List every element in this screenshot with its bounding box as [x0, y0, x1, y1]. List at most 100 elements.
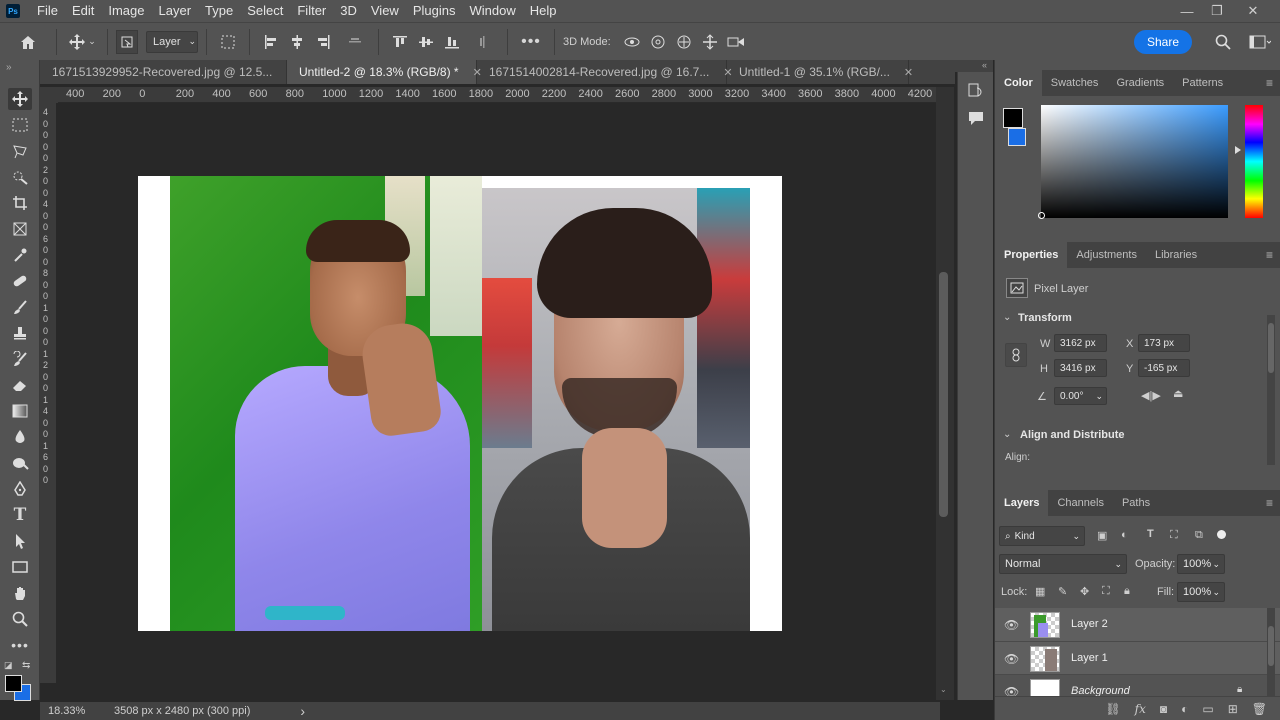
tab-libraries[interactable]: Libraries — [1146, 242, 1206, 268]
minimize-button[interactable]: — — [1172, 0, 1202, 22]
gradient-tool-icon[interactable] — [8, 400, 32, 422]
edit-toolbar-icon[interactable]: ••• — [8, 634, 32, 656]
layer-filter-dropdown[interactable]: ⌕ Kind ⌄ — [999, 526, 1085, 546]
auto-select-dropdown[interactable]: Layer ⌄ — [146, 30, 198, 53]
move-tool-preset-icon[interactable]: ⌄ — [65, 30, 99, 54]
layer-row[interactable]: 👁︎ Layer 1 — [995, 642, 1280, 675]
3d-roll-icon[interactable] — [645, 30, 671, 54]
menu-edit[interactable]: Edit — [65, 0, 101, 22]
chevron-down-icon[interactable]: ⌄ — [1003, 429, 1011, 440]
rectangle-tool-icon[interactable] — [8, 556, 32, 578]
close-tab-icon[interactable]: ✕ — [904, 66, 913, 79]
color-foreground-swatch[interactable] — [1003, 108, 1023, 128]
menu-3d[interactable]: 3D — [333, 0, 364, 22]
new-layer-icon[interactable]: ⊞ — [1228, 702, 1238, 716]
zoom-tool-icon[interactable] — [8, 608, 32, 630]
visibility-eye-icon[interactable]: 👁︎ — [1004, 652, 1019, 666]
frame-tool-icon[interactable] — [8, 218, 32, 240]
color-background-swatch[interactable] — [1008, 128, 1026, 146]
filter-toggle-icon[interactable] — [1217, 530, 1226, 539]
adjustment-layer-icon[interactable]: ◐ — [1181, 702, 1188, 716]
document-canvas[interactable] — [138, 176, 782, 631]
vertical-scrollbar[interactable]: ⌄ — [936, 87, 954, 700]
hue-slider[interactable] — [1245, 105, 1263, 218]
align-bottom-icon[interactable] — [439, 30, 465, 54]
filter-pixel-icon[interactable]: ▣ — [1097, 529, 1107, 542]
flip-horizontal-icon[interactable]: ◀|▶ — [1141, 389, 1161, 402]
type-tool-icon[interactable]: T — [8, 504, 32, 526]
tab-document-3[interactable]: 1671514002814-Recovered.jpg @ 16.7... ✕ — [477, 60, 733, 84]
3d-slide-icon[interactable] — [697, 30, 723, 54]
filter-smart-object-icon[interactable]: ⧉ — [1195, 529, 1203, 542]
layer-style-icon[interactable]: fx — [1135, 702, 1146, 716]
menu-view[interactable]: View — [364, 0, 406, 22]
more-options-icon[interactable]: ••• — [516, 30, 546, 54]
visibility-eye-icon[interactable]: 👁︎ — [1004, 685, 1019, 696]
healing-brush-tool-icon[interactable] — [8, 270, 32, 292]
tab-channels[interactable]: Channels — [1048, 490, 1112, 516]
horizontal-ruler[interactable]: 400 200 0 200 400 600 800 1000 1200 1400 1600 1800 2… — [58, 87, 936, 103]
layers-scrollbar[interactable] — [1267, 608, 1275, 696]
layer-name[interactable]: Layer 2 — [1071, 618, 1108, 630]
crop-tool-icon[interactable] — [8, 192, 32, 214]
add-mask-icon[interactable]: ◙ — [1160, 702, 1167, 716]
auto-select-icon[interactable] — [116, 29, 138, 54]
3d-scale-icon[interactable] — [723, 30, 749, 54]
path-selection-tool-icon[interactable] — [8, 530, 32, 552]
transform-controls-icon[interactable] — [215, 30, 241, 54]
lock-position-icon[interactable]: ✥ — [1080, 585, 1089, 598]
comments-panel-icon[interactable] — [967, 110, 985, 129]
tab-properties[interactable]: Properties — [995, 242, 1068, 268]
share-button[interactable]: Share — [1133, 29, 1192, 54]
delete-layer-icon[interactable]: 🗑︎ — [1252, 702, 1267, 716]
visibility-eye-icon[interactable]: 👁︎ — [1004, 618, 1019, 632]
layer-row[interactable]: 👁︎ Layer 2 — [995, 608, 1280, 642]
tab-patterns[interactable]: Patterns — [1173, 70, 1232, 96]
lock-all-icon[interactable]: 🔒︎ — [1124, 585, 1130, 598]
restore-button[interactable]: ❐ — [1202, 0, 1232, 22]
lock-transparent-icon[interactable]: ▦ — [1035, 585, 1045, 598]
zoom-level[interactable]: 18.33% — [48, 705, 114, 717]
history-brush-tool-icon[interactable] — [8, 348, 32, 370]
opacity-input[interactable]: 100% ⌄ — [1177, 554, 1225, 574]
menu-image[interactable]: Image — [101, 0, 151, 22]
move-tool-icon[interactable] — [8, 88, 32, 110]
foreground-color-swatch[interactable] — [5, 675, 22, 692]
new-group-icon[interactable]: ▭ — [1202, 702, 1213, 716]
tab-paths[interactable]: Paths — [1113, 490, 1159, 516]
3d-pan-icon[interactable] — [671, 30, 697, 54]
y-input[interactable]: -165 px — [1138, 359, 1190, 377]
default-colors-icon[interactable]: ◪ — [4, 660, 13, 671]
properties-scrollbar[interactable] — [1267, 315, 1275, 465]
swap-colors-icon[interactable]: ⇆ — [22, 660, 30, 671]
align-top-icon[interactable] — [387, 30, 413, 54]
link-layers-icon[interactable]: ⛓︎ — [1105, 702, 1120, 716]
panel-menu-icon[interactable]: ≡ — [1266, 248, 1273, 262]
filter-type-icon[interactable]: T — [1147, 528, 1154, 540]
distribute-icon[interactable] — [340, 30, 370, 54]
align-vertical-center-icon[interactable] — [413, 30, 439, 54]
blend-mode-dropdown[interactable]: Normal ⌄ — [999, 554, 1127, 574]
menu-file[interactable]: File — [30, 0, 65, 22]
brush-tool-icon[interactable] — [8, 296, 32, 318]
x-input[interactable]: 173 px — [1138, 334, 1190, 352]
filter-shape-icon[interactable]: ⛶ — [1170, 529, 1178, 542]
vertical-ruler[interactable]: 400002004006008001000120014001600 — [40, 103, 56, 683]
lock-artboard-icon[interactable]: ⛶ — [1102, 585, 1110, 598]
collapse-toolbar-icon[interactable]: » — [6, 62, 12, 73]
layer-name[interactable]: Background — [1071, 685, 1130, 696]
tab-adjustments[interactable]: Adjustments — [1067, 242, 1146, 268]
menu-layer[interactable]: Layer — [152, 0, 199, 22]
height-input[interactable]: 3416 px — [1054, 359, 1107, 377]
tab-document-1[interactable]: 1671513929952-Recovered.jpg @ 12.5...✕ — [40, 60, 296, 84]
vertical-scroll-thumb[interactable] — [939, 272, 948, 517]
history-panel-icon[interactable] — [967, 82, 985, 103]
menu-select[interactable]: Select — [240, 0, 290, 22]
search-icon[interactable] — [1206, 30, 1240, 54]
workspace-icon[interactable] — [1240, 30, 1280, 54]
distribute-vertical-icon[interactable] — [469, 30, 499, 54]
width-input[interactable]: 3162 px — [1054, 334, 1107, 352]
close-button[interactable]: ✕ — [1238, 0, 1268, 22]
menu-type[interactable]: Type — [198, 0, 240, 22]
tab-swatches[interactable]: Swatches — [1042, 70, 1108, 96]
